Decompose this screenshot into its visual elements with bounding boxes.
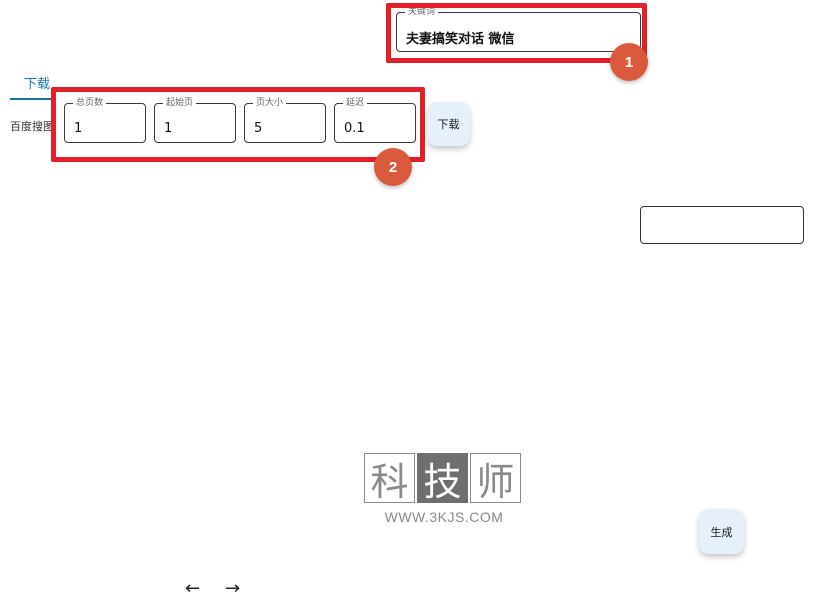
total-pages-input[interactable] xyxy=(74,121,139,136)
tab-download-underline xyxy=(10,98,52,100)
forward-arrow-icon[interactable]: → xyxy=(225,580,240,598)
annotation-badge-1: 1 xyxy=(610,43,648,81)
watermark-logo: 科 技 师 xyxy=(364,453,524,505)
watermark-char-1: 科 xyxy=(364,453,415,504)
page-size-input[interactable] xyxy=(254,121,319,136)
app-page: 关键词 1 下载 百度搜图 总页数 起始页 页大小 延迟 2 下载 科 技 师 … xyxy=(0,0,820,606)
sidebar-item-baidu-image[interactable]: 百度搜图 xyxy=(10,118,54,134)
watermark-url: WWW.3KJS.COM xyxy=(384,509,504,525)
generate-button[interactable]: 生成 xyxy=(699,509,744,554)
watermark-char-3: 师 xyxy=(470,453,521,504)
start-page-input[interactable] xyxy=(164,121,229,136)
total-pages-field[interactable]: 总页数 xyxy=(64,97,146,143)
start-page-label: 起始页 xyxy=(163,97,197,109)
page-size-label: 页大小 xyxy=(253,97,287,109)
total-pages-label: 总页数 xyxy=(73,97,107,109)
watermark-char-2: 技 xyxy=(417,453,468,504)
annotation-badge-2: 2 xyxy=(374,148,412,186)
output-field[interactable] xyxy=(640,206,804,244)
delay-field[interactable]: 延迟 xyxy=(334,97,416,143)
keyword-input[interactable] xyxy=(406,30,634,45)
back-arrow-icon[interactable]: ← xyxy=(185,580,200,598)
tab-download[interactable]: 下载 xyxy=(24,73,50,92)
keyword-field[interactable]: 关键词 xyxy=(396,6,641,52)
page-size-field[interactable]: 页大小 xyxy=(244,97,326,143)
start-page-field[interactable]: 起始页 xyxy=(154,97,236,143)
download-button[interactable]: 下载 xyxy=(427,102,470,146)
delay-input[interactable] xyxy=(344,121,409,136)
delay-label: 延迟 xyxy=(343,97,368,109)
keyword-field-label: 关键词 xyxy=(405,6,439,18)
